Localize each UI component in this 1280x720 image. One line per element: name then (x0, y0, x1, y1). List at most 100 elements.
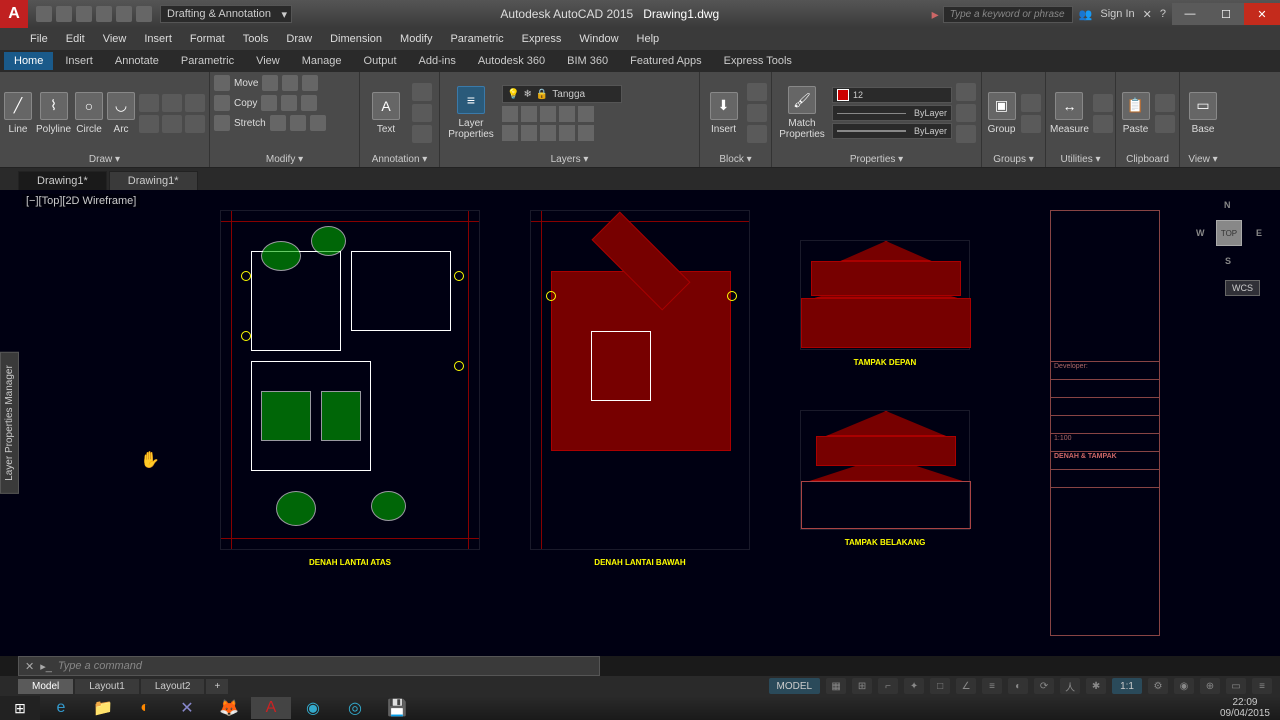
maximize-button[interactable]: ☐ (1208, 3, 1244, 25)
menu-tools[interactable]: Tools (243, 33, 269, 45)
ortho-icon[interactable]: ⌐ (878, 678, 898, 694)
table-icon[interactable] (412, 125, 432, 143)
linetype-selector[interactable]: ByLayer (832, 105, 952, 121)
viewport-label[interactable]: [−][Top][2D Wireframe] (22, 194, 140, 208)
workspace-selector[interactable]: Drafting & Annotation (160, 5, 292, 23)
doc-tab-1[interactable]: Drawing1* (109, 171, 198, 190)
layoff-icon[interactable] (502, 106, 518, 122)
draw-title[interactable]: Draw ▾ (4, 152, 205, 167)
tab-annotate[interactable]: Annotate (105, 52, 169, 70)
transparency-icon[interactable] (956, 104, 976, 122)
search-input[interactable]: Type a keyword or phrase (943, 6, 1073, 23)
doc-tab-0[interactable]: Drawing1* (18, 171, 107, 190)
close-button[interactable]: ✕ (1244, 3, 1280, 25)
copy-button[interactable]: Copy (214, 94, 355, 112)
open-icon[interactable] (56, 6, 72, 22)
layer-manager-tab[interactable]: Layer Properties Manager (0, 352, 19, 494)
layon-icon[interactable] (502, 125, 518, 141)
task-app1[interactable]: ◐ (125, 697, 165, 719)
annot-title[interactable]: Annotation ▾ (364, 152, 435, 167)
copy-clip-icon[interactable] (1155, 115, 1175, 133)
layfrz-icon[interactable] (521, 106, 537, 122)
tab-view[interactable]: View (246, 52, 290, 70)
command-line[interactable]: ✕ ▸_ Type a command (18, 656, 600, 676)
menu-express[interactable]: Express (522, 33, 562, 45)
tab-home[interactable]: Home (4, 52, 53, 70)
task-explorer[interactable]: 📁 (83, 697, 123, 719)
chamfer-icon[interactable] (301, 95, 317, 111)
laythaw-icon[interactable] (521, 125, 537, 141)
new-icon[interactable] (36, 6, 52, 22)
lineweight-selector[interactable]: ByLayer (832, 123, 952, 139)
spline-icon[interactable] (139, 115, 159, 133)
viewcube[interactable]: TOP N S E W (1194, 198, 1264, 268)
scale-icon[interactable] (270, 115, 286, 131)
menu-window[interactable]: Window (579, 33, 618, 45)
ellipse-icon[interactable] (162, 94, 182, 112)
tab-add[interactable]: + (206, 679, 228, 694)
extend-icon[interactable] (302, 75, 318, 91)
paste-button[interactable]: 📋Paste (1120, 82, 1151, 144)
tab-express[interactable]: Express Tools (714, 52, 802, 70)
task-firefox[interactable]: 🦊 (209, 697, 249, 719)
otrack-icon[interactable]: ∠ (956, 678, 976, 694)
viewcube-n[interactable]: N (1224, 200, 1231, 210)
props-icon[interactable] (956, 125, 976, 143)
laymch-icon[interactable] (559, 125, 575, 141)
menu-draw[interactable]: Draw (286, 33, 312, 45)
edit-block-icon[interactable] (747, 83, 767, 101)
move-button[interactable]: Move (214, 74, 355, 92)
layer-selector[interactable]: 💡❄🔒Tangga (502, 85, 622, 103)
trim-icon[interactable] (282, 75, 298, 91)
region-icon[interactable] (185, 115, 205, 133)
menu-file[interactable]: File (30, 33, 48, 45)
tab-output[interactable]: Output (354, 52, 407, 70)
anno2-icon[interactable]: ✱ (1086, 678, 1106, 694)
infocentre-icon[interactable]: 👥 (1079, 8, 1093, 21)
cycle-icon[interactable]: ⟳ (1034, 678, 1054, 694)
tab-model[interactable]: Model (18, 679, 73, 694)
menu-edit[interactable]: Edit (66, 33, 85, 45)
laymcur-icon[interactable] (559, 106, 575, 122)
measure-button[interactable]: ↔Measure (1050, 82, 1089, 144)
tab-bim360[interactable]: BIM 360 (557, 52, 618, 70)
minimize-button[interactable]: — (1172, 3, 1208, 25)
tab-parametric[interactable]: Parametric (171, 52, 244, 70)
line-button[interactable]: ╱Line (4, 82, 32, 144)
status-scale[interactable]: 1:1 (1112, 678, 1142, 694)
tab-insert[interactable]: Insert (55, 52, 103, 70)
help-icon[interactable]: ? (1160, 8, 1166, 20)
array-icon[interactable] (290, 115, 306, 131)
tab-addins[interactable]: Add-ins (409, 52, 466, 70)
match-properties-button[interactable]: 🖌Match Properties (776, 82, 828, 144)
wcs-label[interactable]: WCS (1225, 280, 1260, 296)
clip-title[interactable]: Clipboard (1120, 152, 1175, 167)
signin-button[interactable]: Sign In (1100, 8, 1134, 20)
menu-modify[interactable]: Modify (400, 33, 432, 45)
viewcube-s[interactable]: S (1225, 256, 1231, 266)
status-model[interactable]: MODEL (769, 678, 821, 694)
base-button[interactable]: ▭Base (1184, 82, 1222, 144)
lweight-icon[interactable]: ≡ (982, 678, 1002, 694)
undo-icon[interactable] (116, 6, 132, 22)
polyline-button[interactable]: ⌇Polyline (36, 82, 71, 144)
drawing-canvas[interactable]: [−][Top][2D Wireframe] Layer Properties … (0, 190, 1280, 656)
system-clock[interactable]: 22:09 09/04/2015 (1210, 697, 1280, 719)
tab-manage[interactable]: Manage (292, 52, 352, 70)
app-logo[interactable]: A (0, 0, 28, 28)
task-autocad[interactable]: A (251, 697, 291, 719)
util-title[interactable]: Utilities ▾ (1050, 152, 1111, 167)
group-button[interactable]: ▣Group (986, 82, 1017, 144)
redo-icon[interactable] (136, 6, 152, 22)
clean-icon[interactable]: ▭ (1226, 678, 1246, 694)
props-title[interactable]: Properties ▾ (776, 152, 977, 167)
gear-icon[interactable]: ⚙ (1148, 678, 1168, 694)
rect-icon[interactable] (139, 94, 159, 112)
menu-insert[interactable]: Insert (144, 33, 172, 45)
create-block-icon[interactable] (747, 104, 767, 122)
attr-icon[interactable] (747, 125, 767, 143)
transparency-icon[interactable]: ◐ (1008, 678, 1028, 694)
layer-properties-button[interactable]: ≡Layer Properties (444, 82, 498, 144)
ungroup-icon[interactable] (1021, 94, 1041, 112)
calc-icon[interactable] (1093, 115, 1113, 133)
